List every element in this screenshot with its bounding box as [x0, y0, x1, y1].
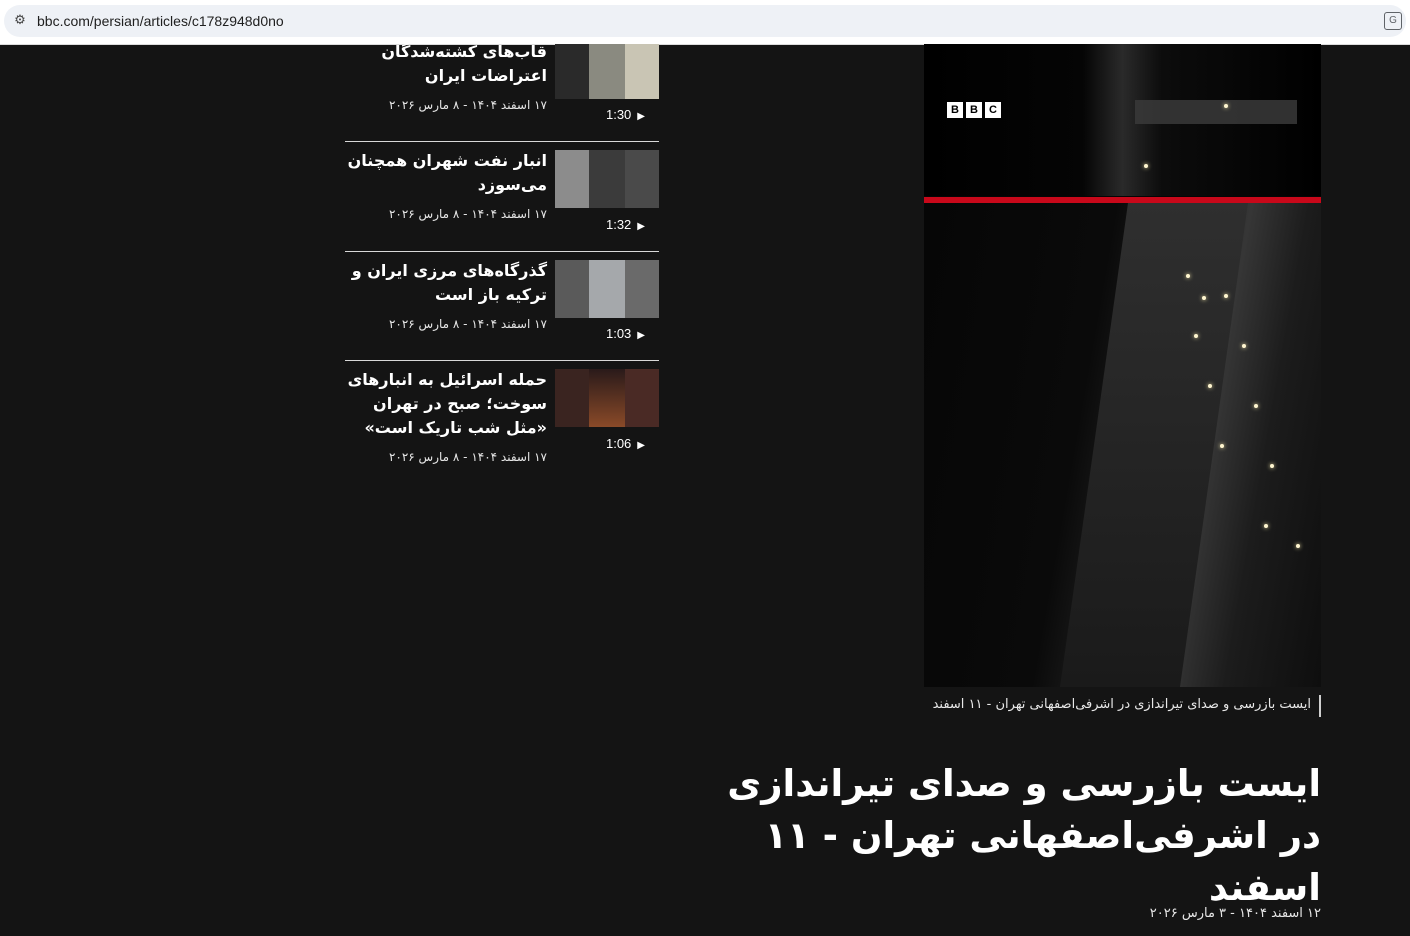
caption-bar	[1319, 695, 1321, 717]
video-list-item[interactable]: گذرگاه‌های مرزی ایران و ترکیه باز است ۱۷…	[345, 251, 659, 359]
video-caption: ایست بازرسی و صدای تیراندازی در اشرفی‌اص…	[924, 695, 1321, 717]
page-title: ایست بازرسی و صدای تیراندازی در اشرفی‌اص…	[727, 762, 1321, 909]
video-duration: 1:03 ▶	[605, 326, 645, 341]
browser-toolbar: ⚙ bbc.com/persian/articles/c178z948d0no …	[0, 0, 1410, 45]
video-thumbnail[interactable]	[555, 44, 659, 99]
video-title[interactable]: حمله اسرائیل به انبارهای سوخت؛ صبح در ته…	[347, 368, 547, 440]
video-date: ۱۷ اسفند ۱۴۰۴ - ۸ مارس ۲۰۲۶	[388, 317, 547, 331]
url-text[interactable]: bbc.com/persian/articles/c178z948d0no	[37, 5, 284, 37]
video-list-item[interactable]: انبار نفت شهران همچنان می‌سوزد ۱۷ اسفند …	[345, 141, 659, 249]
video-banner	[1135, 100, 1297, 124]
play-icon: ▶	[637, 440, 645, 451]
video-list-item[interactable]: قاب‌های کشته‌شدگان اعتراضات ایران ۱۷ اسف…	[345, 42, 659, 140]
video-date: ۱۷ اسفند ۱۴۰۴ - ۸ مارس ۲۰۲۶	[388, 450, 547, 464]
video-title[interactable]: گذرگاه‌های مرزی ایران و ترکیه باز است	[347, 259, 547, 307]
video-title[interactable]: انبار نفت شهران همچنان می‌سوزد	[347, 149, 547, 197]
video-duration: 1:06 ▶	[605, 436, 645, 451]
video-date: ۱۷ اسفند ۱۴۰۴ - ۸ مارس ۲۰۲۶	[388, 207, 547, 221]
divider	[345, 251, 659, 252]
video-title[interactable]: قاب‌های کشته‌شدگان اعتراضات ایران	[347, 40, 547, 88]
divider	[345, 360, 659, 361]
tune-icon[interactable]: ⚙	[10, 11, 30, 31]
address-bar[interactable]: ⚙ bbc.com/persian/articles/c178z948d0no …	[4, 5, 1406, 37]
publish-date: ۱۲ اسفند ۱۴۰۴ - ۳ مارس ۲۰۲۶	[1149, 906, 1321, 921]
video-duration: 1:30 ▶	[605, 107, 645, 122]
video-date: ۱۷ اسفند ۱۴۰۴ - ۸ مارس ۲۰۲۶	[388, 98, 547, 112]
caption-text: ایست بازرسی و صدای تیراندازی در اشرفی‌اص…	[932, 697, 1311, 712]
bbc-logo: B B C	[947, 102, 1001, 118]
divider	[345, 141, 659, 142]
play-icon: ▶	[637, 330, 645, 341]
video-thumbnail[interactable]	[555, 369, 659, 427]
video-thumbnail[interactable]	[555, 260, 659, 318]
video-player[interactable]: B B C	[924, 44, 1321, 687]
play-icon: ▶	[637, 111, 645, 122]
video-thumbnail[interactable]	[555, 150, 659, 208]
video-duration: 1:32 ▶	[605, 217, 645, 232]
translate-icon[interactable]: G	[1384, 12, 1402, 30]
video-list-item[interactable]: حمله اسرائیل به انبارهای سوخت؛ صبح در ته…	[345, 360, 659, 480]
play-icon: ▶	[637, 221, 645, 232]
